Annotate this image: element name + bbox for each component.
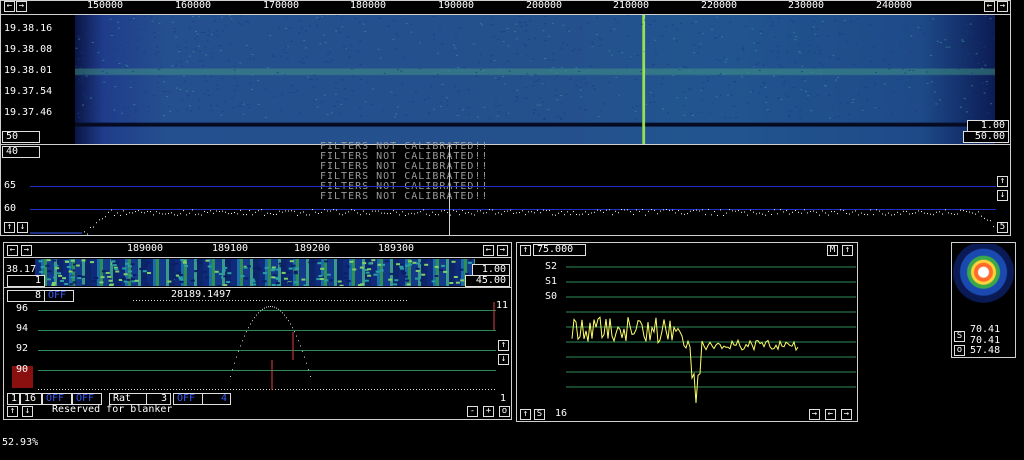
smeter-left-button[interactable]: ←: [825, 409, 836, 420]
waterfall-gain-box[interactable]: 50: [2, 131, 40, 143]
smeter-right-button[interactable]: →: [809, 409, 820, 420]
bb-freq-tick: 189300: [377, 243, 415, 254]
bb-off-toggle[interactable]: OFF: [173, 393, 203, 405]
freq-tick: 220000: [700, 0, 738, 11]
bb-control-number[interactable]: 16: [20, 393, 42, 405]
smeter-label: S1: [545, 276, 558, 287]
freq-tick: 210000: [612, 0, 650, 11]
freq-tick: 150000: [86, 0, 124, 11]
constellation-plot[interactable]: [953, 244, 1014, 304]
bb-level-label: 92: [16, 343, 29, 354]
smeter-label: S0: [545, 291, 558, 302]
smeter-bottom-number: 16: [555, 408, 568, 419]
bb-right-top-number: 11: [496, 300, 509, 311]
constellation-value: 57.48: [970, 345, 1001, 356]
bb-up-button[interactable]: ↑: [7, 406, 18, 417]
spectrum-trace: [30, 209, 994, 235]
freq-tick: 180000: [349, 0, 387, 11]
cpu-load-percent: 52.93%: [2, 437, 39, 448]
bb-scroll-left-button[interactable]: ←: [483, 245, 494, 256]
scroll-left-button[interactable]: ←: [4, 1, 15, 12]
waterfall-time: 19.38.16: [4, 23, 53, 34]
constellation-o-button[interactable]: o: [954, 345, 965, 356]
bb-scroll-right-button[interactable]: →: [497, 245, 508, 256]
main-frequency-scale: ← → 150000 160000 170000 180000 190000 2…: [0, 0, 1011, 14]
bb-waterfall-right-bot-box[interactable]: 45.00: [465, 275, 510, 287]
smeter-right-button[interactable]: →: [841, 409, 852, 420]
bb-waterfall-noise: [38, 259, 475, 286]
bb-waterfall-divider: [3, 287, 512, 288]
bb-level-label: 96: [16, 303, 29, 314]
spectrum-down-button[interactable]: ↓: [17, 222, 28, 233]
waterfall-time: 19.37.54: [4, 86, 53, 97]
scroll-left-button[interactable]: ←: [984, 1, 995, 12]
freq-tick: 190000: [437, 0, 475, 11]
smeter-up-button[interactable]: ↑: [520, 409, 531, 420]
freq-tick: 200000: [525, 0, 563, 11]
bb-waterfall-value: 38.17: [6, 264, 37, 275]
bb-plus-button[interactable]: +: [483, 406, 494, 417]
bb-minus-button[interactable]: -: [467, 406, 478, 417]
bb-level-label: 90: [16, 364, 29, 375]
waterfall-noise: [75, 15, 995, 120]
bb-right-bottom-number: 1: [500, 393, 507, 404]
spectrum-number-box[interactable]: 5: [997, 222, 1008, 233]
constellation-s-button[interactable]: S: [954, 331, 965, 342]
waterfall-right-bot-box[interactable]: 50.00: [963, 131, 1009, 143]
bb-scale-divider: [3, 257, 512, 258]
smeter-label: S2: [545, 261, 558, 272]
spectrum-down-button[interactable]: ↓: [997, 190, 1008, 201]
waterfall-time: 19.38.08: [4, 44, 53, 55]
freq-tick: 240000: [875, 0, 913, 11]
bb-down-button[interactable]: ↓: [22, 406, 33, 417]
bb-freq-tick: 189000: [126, 243, 164, 254]
constellation-value: 70.41: [970, 324, 1001, 335]
waterfall-time: 19.38.01: [4, 65, 53, 76]
bb-spectrum-trace: [38, 300, 495, 390]
scroll-right-button[interactable]: →: [997, 1, 1008, 12]
bb-o-button[interactable]: o: [499, 406, 510, 417]
smeter-s-button[interactable]: S: [534, 409, 545, 420]
freq-tick: 230000: [787, 0, 825, 11]
bb-down-button[interactable]: ↓: [498, 354, 509, 365]
bb-off-value[interactable]: 4: [202, 393, 231, 405]
spectrum-up-button[interactable]: ↑: [997, 176, 1008, 187]
bb-up-button[interactable]: ↑: [498, 340, 509, 351]
smeter-up-button[interactable]: ↑: [520, 245, 531, 256]
bb-scroll-left-button[interactable]: ←: [7, 245, 18, 256]
bb-status-text: Reserved for blanker: [52, 404, 173, 415]
smeter-graph: [566, 266, 856, 404]
bb-freq-tick: 189100: [211, 243, 249, 254]
freq-tick: 170000: [262, 0, 300, 11]
scroll-right-button[interactable]: →: [16, 1, 27, 12]
bb-scroll-right-button[interactable]: →: [21, 245, 32, 256]
bb-level-label: 94: [16, 323, 29, 334]
spectrum-up-button[interactable]: ↑: [4, 222, 15, 233]
bb-freq-tick: 189200: [293, 243, 331, 254]
bb-waterfall-avg-box[interactable]: 1: [7, 275, 45, 287]
bb-control-number[interactable]: 1: [7, 393, 20, 405]
waterfall-time: 19.37.46: [4, 107, 53, 118]
freq-tick: 160000: [174, 0, 212, 11]
